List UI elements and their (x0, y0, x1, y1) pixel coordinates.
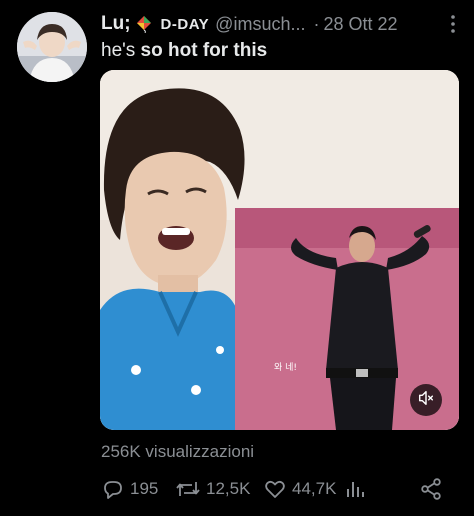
analytics-icon (343, 477, 367, 501)
tweet-text: he's so hot for this (101, 40, 267, 62)
more-vertical-icon[interactable] (450, 14, 456, 34)
tweet-date[interactable]: 28 Ott 22 (323, 14, 397, 35)
heart-icon (263, 477, 287, 501)
reply-icon (101, 477, 125, 501)
retweet-count: 12,5K (206, 479, 251, 498)
tweet: Lu; D-DAY @imsuch... · 28 Ott 22 he's so… (0, 0, 474, 516)
tweet-header: Lu; D-DAY @imsuch... · 28 Ott 22 (101, 12, 460, 36)
dday-label: D-DAY (160, 15, 210, 33)
tweet-text-plain: he's (101, 40, 141, 61)
reply-button[interactable]: 195 (101, 476, 158, 502)
view-count[interactable]: 256K visualizzazioni (101, 442, 254, 462)
retweet-icon (175, 477, 201, 501)
mute-button[interactable] (410, 384, 442, 416)
display-name[interactable]: Lu; (101, 13, 131, 35)
share-icon (419, 477, 443, 501)
volume-mute-icon (417, 389, 435, 412)
user-handle[interactable]: @imsuch... (215, 14, 305, 35)
analytics-button[interactable] (343, 476, 367, 502)
tweet-text-bold: so hot for this (140, 40, 268, 61)
video-overlay-text: 와 네! (274, 361, 297, 373)
retweet-button[interactable]: 12,5K (175, 476, 250, 502)
kite-emoji-icon (135, 15, 153, 34)
avatar[interactable] (17, 12, 87, 82)
action-bar: 195 12,5K 44,7K (101, 476, 460, 502)
share-button[interactable] (419, 476, 443, 502)
separator-dot: · (313, 13, 320, 34)
like-button[interactable]: 44,7K (263, 476, 336, 502)
like-count: 44,7K (292, 479, 337, 498)
tweet-video[interactable]: 와 네! (100, 70, 459, 430)
reply-count: 195 (130, 479, 159, 498)
